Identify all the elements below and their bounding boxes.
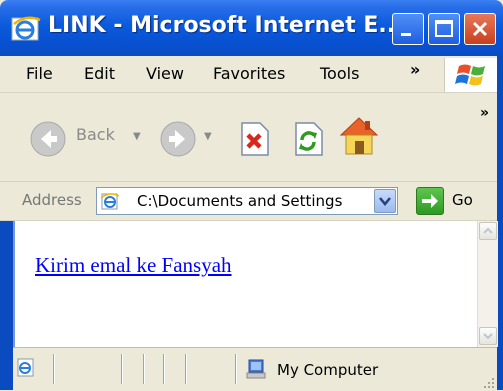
ie-app-icon[interactable] <box>10 12 42 44</box>
address-label: Address <box>22 191 82 209</box>
windows-logo <box>444 58 503 92</box>
forward-icon[interactable] <box>158 119 198 159</box>
back-icon[interactable] <box>28 119 68 159</box>
standard-toolbar: Back ▼ ▼ » <box>0 93 503 182</box>
back-dropdown-icon[interactable]: ▼ <box>133 131 141 142</box>
scroll-down-button[interactable] <box>479 327 497 345</box>
close-button[interactable] <box>464 13 496 45</box>
toolbar-overflow-chevron[interactable]: » <box>480 105 489 121</box>
ie-page-icon <box>100 193 120 210</box>
security-zone-label: My Computer <box>277 361 379 379</box>
resize-grip-icon[interactable] <box>481 375 495 389</box>
status-separator <box>143 354 145 384</box>
forward-dropdown-icon[interactable]: ▼ <box>204 131 212 142</box>
home-icon[interactable] <box>336 113 382 159</box>
address-value[interactable]: C:\Documents and Settings <box>137 192 362 210</box>
go-button-label[interactable]: Go <box>452 191 473 209</box>
status-separator <box>121 354 123 384</box>
page-content: Kirim emal ke Fansyah <box>13 221 477 347</box>
stop-icon[interactable] <box>236 120 272 158</box>
page-status-icon <box>17 358 34 377</box>
email-link[interactable]: Kirim emal ke Fansyah <box>35 253 232 278</box>
back-label[interactable]: Back <box>76 125 115 144</box>
menu-edit[interactable]: Edit <box>84 64 115 83</box>
my-computer-icon <box>246 359 266 379</box>
status-separator <box>185 354 187 384</box>
menu-overflow-chevron[interactable]: » <box>410 60 420 79</box>
status-separator <box>163 354 165 384</box>
title-bar[interactable]: LINK - Microsoft Internet E... <box>0 0 503 56</box>
refresh-icon[interactable] <box>290 120 326 158</box>
status-separator <box>53 354 55 384</box>
vertical-scrollbar[interactable] <box>477 221 498 347</box>
maximize-button[interactable] <box>428 13 460 45</box>
menu-favorites[interactable]: Favorites <box>213 64 285 83</box>
menu-tools[interactable]: Tools <box>320 64 359 83</box>
address-input[interactable]: C:\Documents and Settings <box>96 187 398 215</box>
menu-bar: File Edit View Favorites Tools » <box>0 56 503 93</box>
go-arrow-icon[interactable] <box>416 187 444 215</box>
window-title: LINK - Microsoft Internet E... <box>48 13 404 38</box>
status-separator <box>235 354 237 384</box>
minimize-button[interactable] <box>392 13 424 45</box>
window-frame-left <box>0 221 13 390</box>
address-bar: Address C:\Documents and Settings Go <box>0 182 503 221</box>
status-bar: My Computer <box>13 347 497 391</box>
scroll-up-button[interactable] <box>479 222 497 240</box>
address-dropdown-icon[interactable] <box>374 189 396 213</box>
menu-file[interactable]: File <box>26 64 53 83</box>
menu-view[interactable]: View <box>146 64 184 83</box>
